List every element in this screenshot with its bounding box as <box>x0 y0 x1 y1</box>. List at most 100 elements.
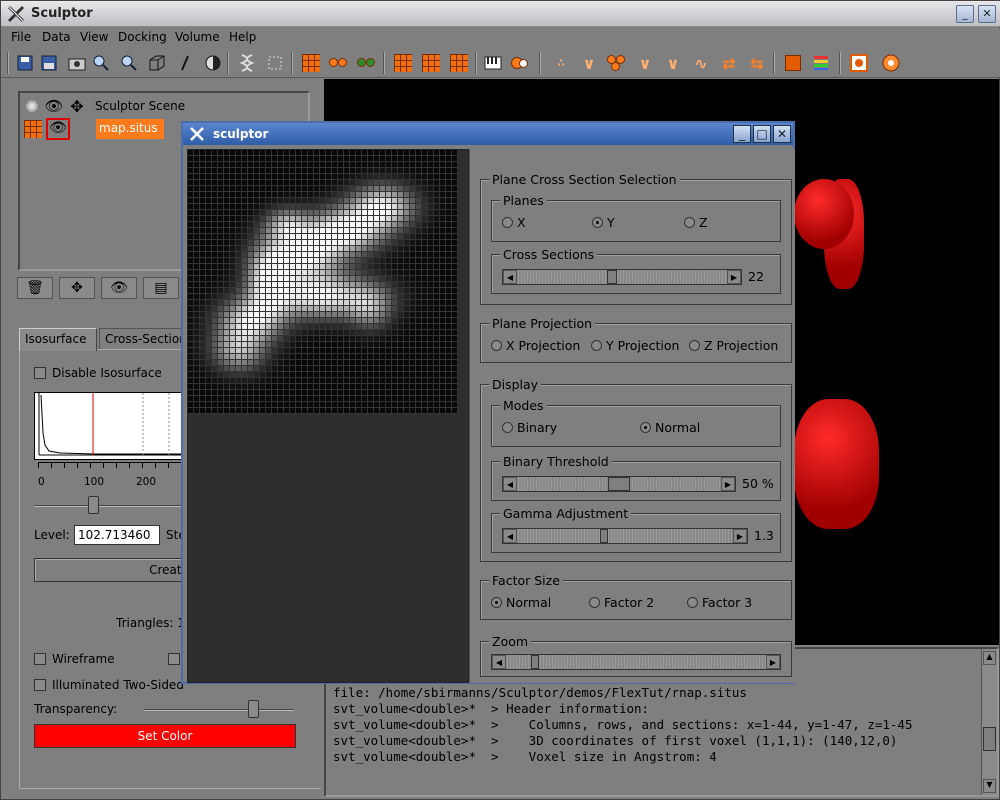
scene-gear-icon[interactable]: ✺ <box>22 97 42 116</box>
set-color-button[interactable]: Set Color <box>34 724 296 748</box>
visibility-eye-icon[interactable]: 👁 <box>42 97 66 115</box>
eye-button-icon[interactable]: 👁 <box>101 277 137 299</box>
orange-square-icon[interactable] <box>781 51 805 75</box>
move-grid-icon[interactable] <box>263 51 287 75</box>
binary-mode-radio[interactable]: Binary <box>502 420 557 435</box>
gamma-slider[interactable]: ◀ ▶ <box>502 528 748 544</box>
dialog-maximize-button[interactable]: □ <box>753 125 771 143</box>
zoom-in-icon[interactable] <box>89 51 113 75</box>
wireframe-checkbox[interactable]: Wireframe <box>34 652 115 666</box>
slider-thumb[interactable] <box>607 270 617 284</box>
tree-item-scene[interactable]: ✺ 👁 ✥ Sculptor Scene <box>22 95 188 117</box>
zoom-slider[interactable]: ◀ ▶ <box>491 654 781 670</box>
dialog-minimize-button[interactable]: _ <box>733 125 751 143</box>
volume-grid-icon[interactable] <box>22 119 44 139</box>
visibility-eye-icon[interactable]: 👁 <box>46 118 70 140</box>
save-icon[interactable] <box>13 51 37 75</box>
wave-icon[interactable]: ∿ <box>689 51 713 75</box>
clip-icon[interactable] <box>173 51 197 75</box>
histogram[interactable] <box>34 392 195 460</box>
volume-move-icon[interactable] <box>447 51 471 75</box>
z-projection-radio[interactable]: Z Projection <box>689 338 778 353</box>
load-icon[interactable] <box>37 51 61 75</box>
transparency-slider-track[interactable] <box>144 709 294 711</box>
render-icon[interactable] <box>847 51 871 75</box>
dialog-close-button[interactable]: ✕ <box>773 125 791 143</box>
slider-left-arrow[interactable]: ◀ <box>503 270 517 284</box>
minimize-button[interactable]: _ <box>956 5 974 23</box>
menu-view[interactable]: View <box>80 30 108 44</box>
menu-volume[interactable]: Volume <box>175 30 220 44</box>
plane-z-radio[interactable]: Z <box>684 215 708 230</box>
lighting-icon[interactable] <box>201 51 225 75</box>
molecule-green-icon[interactable] <box>355 51 379 75</box>
scroll-down-arrow[interactable]: ▼ <box>983 779 996 793</box>
slider-right-arrow[interactable]: ▶ <box>721 477 735 491</box>
points-icon[interactable]: ∴ <box>549 51 573 75</box>
factor-3-radio[interactable]: Factor 3 <box>687 595 752 610</box>
create-button[interactable]: Create <box>34 558 194 582</box>
volume-grid-icon[interactable] <box>299 51 323 75</box>
plane-x-radio[interactable]: X <box>502 215 526 230</box>
factor-normal-radio[interactable]: Normal <box>491 595 551 610</box>
disable-isosurface-checkbox[interactable]: Disable Isosurface <box>34 366 162 380</box>
scroll-up-arrow[interactable]: ▲ <box>983 651 996 665</box>
level-input[interactable]: 102.713460 <box>74 525 160 545</box>
x-projection-radio[interactable]: X Projection <box>491 338 580 353</box>
settings-gear-icon[interactable] <box>879 51 903 75</box>
cross-section-preview[interactable] <box>187 149 469 683</box>
color-bars-icon[interactable] <box>809 51 833 75</box>
volume-green-icon[interactable] <box>391 51 415 75</box>
menu-help[interactable]: Help <box>229 30 256 44</box>
spheres-icon[interactable] <box>509 51 533 75</box>
slider-right-arrow[interactable]: ▶ <box>766 655 780 669</box>
factor-2-radio[interactable]: Factor 2 <box>589 595 654 610</box>
dialog-title-bar[interactable]: sculptor _ □ ✕ <box>183 123 793 145</box>
piano-icon[interactable] <box>481 51 505 75</box>
console-scrollbar[interactable]: ▲ ▼ <box>981 649 997 795</box>
molecule-orange-icon[interactable] <box>327 51 351 75</box>
dna-icon[interactable] <box>235 51 259 75</box>
fit-v-icon[interactable]: ∨ <box>577 51 601 75</box>
slider-thumb[interactable] <box>600 529 608 543</box>
fit-v3-icon[interactable]: ∨ <box>661 51 685 75</box>
slider-thumb[interactable] <box>608 477 630 491</box>
slider-thumb[interactable] <box>531 655 539 669</box>
slider-right-arrow[interactable]: ▶ <box>727 270 741 284</box>
scroll-thumb[interactable] <box>983 727 996 751</box>
move-arrows-icon[interactable]: ✥ <box>66 97 88 116</box>
close-button[interactable]: ✕ <box>978 5 996 23</box>
y-projection-radio[interactable]: Y Projection <box>591 338 679 353</box>
cross-section-slider[interactable]: ◀ ▶ <box>502 269 742 285</box>
slider-right-arrow[interactable]: ▶ <box>733 529 747 543</box>
swap-icon[interactable]: ⇄ <box>717 51 741 75</box>
slider-left-arrow[interactable]: ◀ <box>503 477 517 491</box>
console-line: file: /home/sbirmanns/Sculptor/demos/Fle… <box>333 685 747 700</box>
menu-docking[interactable]: Docking <box>118 30 167 44</box>
tree-item-map[interactable]: 👁 map.situs <box>22 118 164 140</box>
transparency-slider-handle[interactable] <box>248 700 259 718</box>
console-line: svt_volume<double>* > Header information… <box>333 701 650 716</box>
plane-y-radio[interactable]: Y <box>592 215 615 230</box>
camera-icon[interactable] <box>65 51 89 75</box>
delete-trash-icon[interactable]: 🗑 <box>17 277 53 299</box>
zoom-out-icon[interactable] <box>117 51 141 75</box>
threshold-slider[interactable]: ◀ ▶ <box>502 476 736 492</box>
volume-star-icon[interactable] <box>419 51 443 75</box>
move-button-icon[interactable]: ✥ <box>59 277 95 299</box>
normal-mode-radio[interactable]: Normal <box>640 420 700 435</box>
illuminated-two-sided-checkbox[interactable]: Illuminated Two-Sided <box>34 678 184 692</box>
cube-icon[interactable] <box>145 51 169 75</box>
menu-data[interactable]: Data <box>42 30 71 44</box>
properties-icon[interactable]: ▤ <box>143 277 179 299</box>
cross-section-slice-image <box>188 150 458 414</box>
menu-file[interactable]: File <box>11 30 31 44</box>
swap2-icon[interactable]: ⇆ <box>745 51 769 75</box>
tab-isosurface[interactable]: Isosurface <box>19 328 97 351</box>
fit-v2-icon[interactable]: ∨ <box>633 51 657 75</box>
level-slider-handle[interactable] <box>88 496 99 514</box>
atoms-icon[interactable] <box>605 51 629 75</box>
slider-left-arrow[interactable]: ◀ <box>503 529 517 543</box>
slider-left-arrow[interactable]: ◀ <box>492 655 506 669</box>
level-slider-track[interactable] <box>34 505 184 507</box>
